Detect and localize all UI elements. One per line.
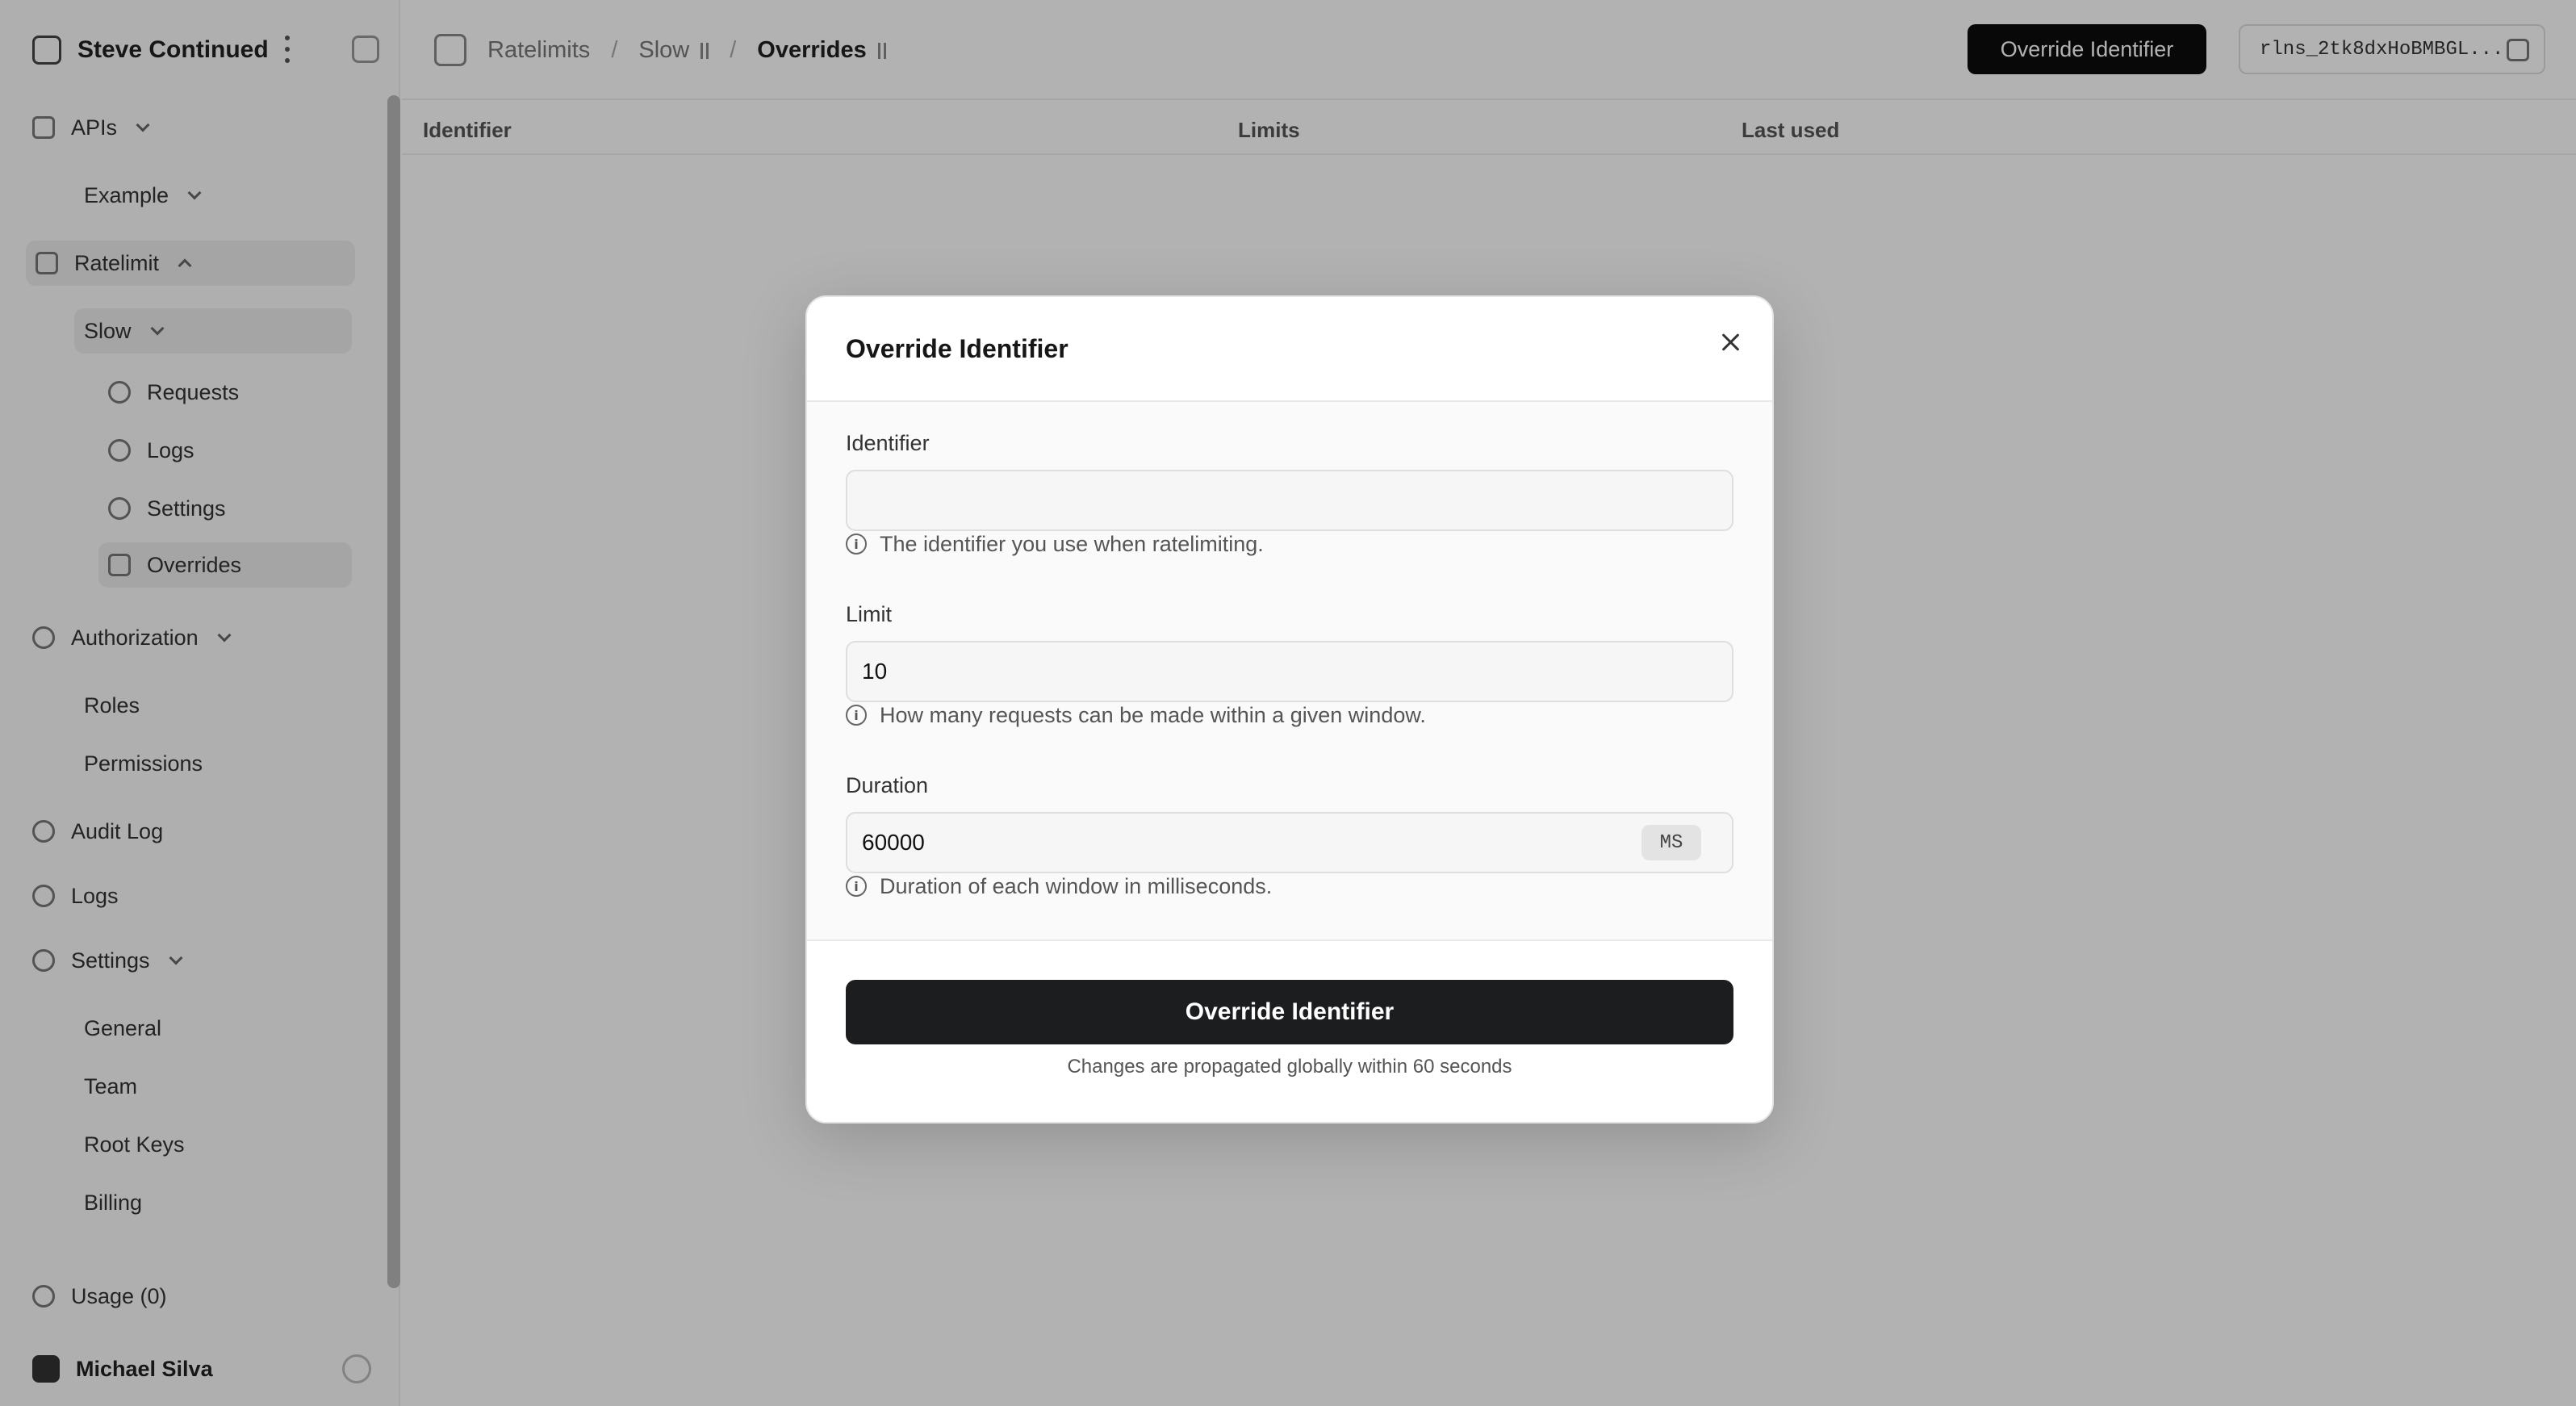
limit-hint-text: How many requests can be made within a g…	[880, 702, 1426, 727]
dialog-header: Override Identifier	[807, 297, 1772, 402]
identifier-hint-text: The identifier you use when ratelimiting…	[880, 531, 1264, 556]
info-icon: i	[846, 534, 867, 554]
info-icon: i	[846, 705, 867, 726]
dialog-title: Override Identifier	[846, 334, 1068, 363]
duration-hint: i Duration of each window in millisecond…	[846, 872, 1272, 901]
identifier-hint: i The identifier you use when ratelimiti…	[846, 529, 1264, 559]
limit-hint: i How many requests can be made within a…	[846, 701, 1426, 730]
identifier-input[interactable]	[846, 470, 1733, 531]
override-identifier-dialog: Override Identifier Identifier i The ide…	[805, 295, 1774, 1124]
duration-input[interactable]	[846, 812, 1733, 873]
limit-input[interactable]	[846, 641, 1733, 702]
duration-hint-text: Duration of each window in milliseconds.	[880, 873, 1273, 898]
duration-unit-badge: MS	[1641, 825, 1701, 860]
info-icon: i	[846, 876, 867, 897]
propagation-note: Changes are propagated globally within 6…	[1067, 1056, 1512, 1078]
close-icon[interactable]	[1714, 326, 1746, 358]
limit-label: Limit	[846, 602, 893, 626]
duration-label: Duration	[846, 773, 929, 797]
identifier-label: Identifier	[846, 431, 930, 455]
submit-override-button[interactable]: Override Identifier	[846, 980, 1733, 1044]
app-window: Steve Continued APIs Example Ratelimit S…	[0, 0, 2576, 1406]
